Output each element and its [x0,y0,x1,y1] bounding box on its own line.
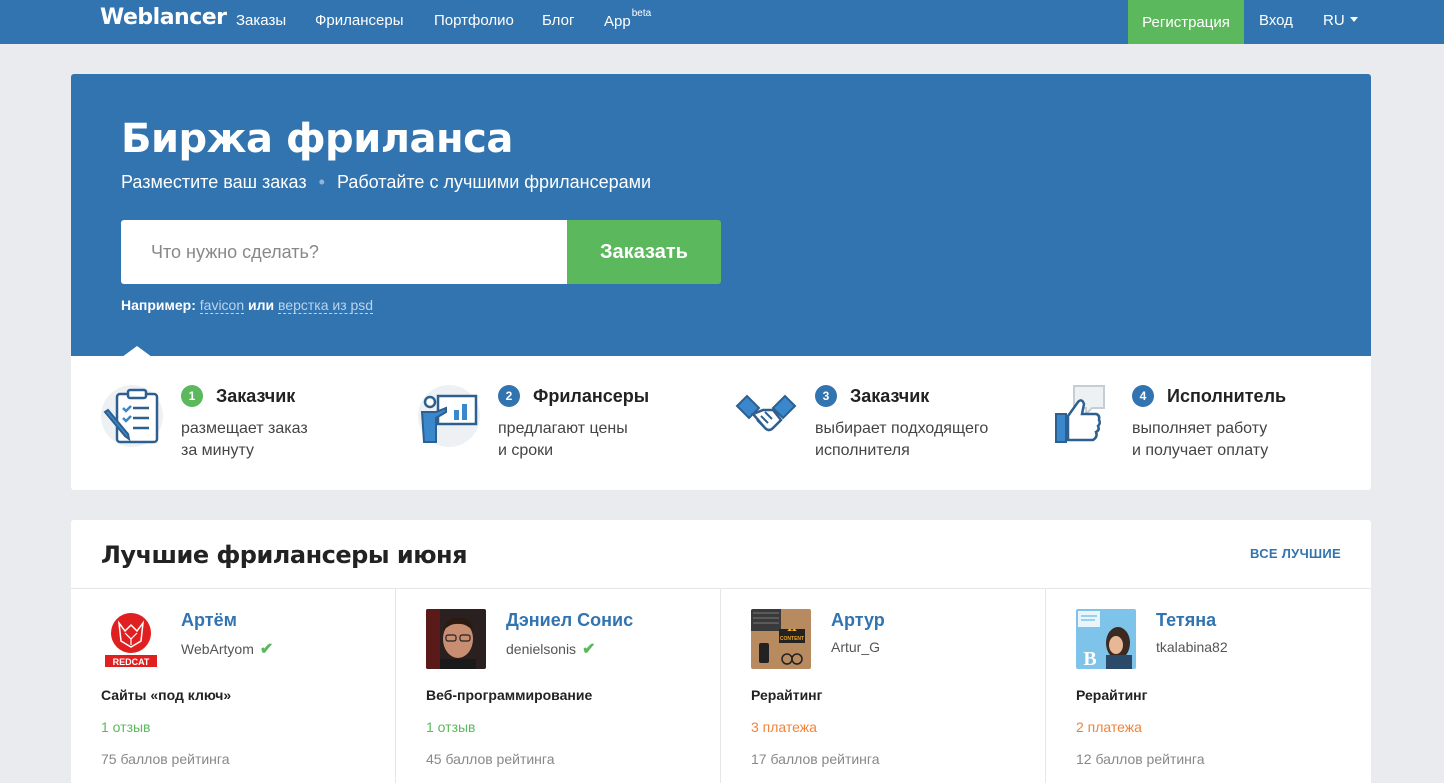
step-title: Фрилансеры [533,386,650,406]
freelancer-name[interactable]: Артур [831,610,885,631]
login-link[interactable]: Вход [1259,12,1293,29]
freelancer-rating: 45 баллов рейтинга [426,751,555,767]
step-desc-line2: и получает оплату [1132,442,1269,459]
step-title: Заказчик [850,386,930,406]
freelancer-name[interactable]: Дэниел Сонис [506,610,633,631]
illustration-avatar-icon: B [1076,609,1136,669]
step-number: 1 [181,385,203,407]
freelancer-rating: 17 баллов рейтинга [751,751,880,767]
example-link-favicon[interactable]: favicon [199,297,245,314]
verified-check-icon: ✔ [582,641,596,658]
thumbs-up-icon [1055,385,1105,443]
nav-link-app[interactable]: Appbeta [604,8,651,30]
step-title: Заказчик [216,386,296,406]
step-4: 4 Исполнитель выполняет работу и получает… [1022,356,1342,490]
step-2: 2 Фрилансеры предлагают цены и сроки [388,356,708,490]
step-description: выполняет работу и получает оплату [1132,418,1332,462]
hero-subtitle-part1: Разместите ваш заказ [121,172,307,192]
step-desc-line1: размещает заказ [181,420,308,437]
freelancer-rating: 12 баллов рейтинга [1076,751,1205,767]
desk-avatar-icon: CONTENT [751,609,811,669]
nav-link-orders[interactable]: Заказы [236,12,286,29]
step-desc-line2: за минуту [181,442,254,459]
freelancer-payments[interactable]: 2 платежа [1076,719,1142,735]
clipboard-icon [101,385,163,447]
freelancer-login: denielsonis [506,641,577,657]
freelancer-specialization: Веб-программирование [426,687,593,703]
hero-section: Биржа фриланса Разместите ваш заказ • Рабо… [71,74,1371,357]
avatar[interactable]: CONTENT [751,609,811,669]
step-number: 2 [498,385,520,407]
beta-badge: beta [631,8,652,19]
step-3: 3 Заказчик выбирает подходящего исполните… [705,356,1025,490]
step-title: Исполнитель [1167,386,1287,406]
language-selector[interactable]: RU [1323,12,1358,29]
hero-subtitle-part2: Работайте с лучшими фрилансерами [336,172,652,192]
freelancer-login: WebArtyom [181,641,254,657]
step-number: 3 [815,385,837,407]
freelancer-rating: 75 баллов рейтинга [101,751,230,767]
step-description: выбирает подходящего исполнителя [815,418,1015,462]
avatar[interactable] [426,609,486,669]
step-desc-line2: исполнителя [815,442,910,459]
freelancer-login-row: denielsonis ✔ [506,639,595,659]
site-logo[interactable]: Weblancer [100,5,227,30]
example-link-psd[interactable]: верстка из psd [278,297,374,314]
how-it-works-steps: 1 Заказчик размещает заказ за минуту 2 Фр… [71,356,1371,490]
avatar[interactable]: B [1076,609,1136,669]
example-hint: Например: favicon или верстка из psd [121,297,374,314]
order-button[interactable]: Заказать [567,220,721,284]
step-desc-line1: предлагают цены [498,420,628,437]
freelancer-name[interactable]: Артём [181,610,237,631]
step-desc-line1: выполняет работу [1132,420,1268,437]
freelancer-reviews[interactable]: 1 отзыв [426,719,476,735]
nav-link-portfolio[interactable]: Портфолио [434,12,514,29]
freelancer-name[interactable]: Тетяна [1156,610,1216,631]
avatar-logo-text: REDCAT [113,657,150,667]
register-button[interactable]: Регистрация [1128,0,1244,44]
presentation-icon [418,385,480,447]
freelancer-specialization: Сайты «под ключ» [101,687,232,703]
verified-check-icon: ✔ [259,641,274,658]
avatar-logo-text: CONTENT [780,636,804,642]
section-title: Лучшие фрилансеры июня [101,541,468,569]
freelancer-login-row: WebArtyom ✔ [181,639,273,659]
freelancer-card[interactable]: REDCAT Артём WebArtyom ✔ Сайты «под ключ»… [71,589,396,783]
step-description: размещает заказ за минуту [181,418,381,462]
freelancer-card[interactable]: CONTENT Артур Artur_G Рерайтинг 3 платеж… [721,589,1046,783]
chevron-down-icon [1349,16,1358,22]
example-label: Например: [121,297,196,313]
nav-link-freelancers[interactable]: Фрилансеры [315,12,403,29]
all-best-link[interactable]: ВСЕ ЛУЧШИЕ [1250,546,1341,561]
example-or: или [248,297,275,313]
freelancer-specialization: Рерайтинг [751,687,823,703]
freelancer-login: Artur_G [831,639,881,655]
freelancer-reviews[interactable]: 1 отзыв [101,719,151,735]
freelancer-card[interactable]: B Тетяна tkalabina82 Рерайтинг 2 платежа… [1046,589,1371,783]
step-1: 1 Заказчик размещает заказ за минуту [71,356,391,490]
avatar[interactable]: REDCAT [101,609,161,669]
step-desc-line2: и сроки [498,442,554,459]
redcat-logo-icon: REDCAT [101,609,161,669]
freelancer-card[interactable]: Дэниел Сонис denielsonis ✔ Веб-программир… [396,589,721,783]
avatar-logo-text: B [1083,648,1096,669]
language-label: RU [1323,12,1345,29]
step-description: предлагают цены и сроки [498,418,698,462]
hero-title: Биржа фриланса [121,116,513,162]
step-desc-line1: выбирает подходящего [815,420,989,437]
portrait-avatar-icon [426,609,486,669]
best-freelancers-section: Лучшие фрилансеры июня ВСЕ ЛУЧШИЕ REDCAT… [71,520,1371,783]
bullet-separator: • [318,172,325,192]
handshake-icon [735,394,797,432]
freelancer-login: tkalabina82 [1156,639,1228,655]
hero-subtitle: Разместите ваш заказ • Работайте с лучшими… [121,172,651,193]
freelancer-specialization: Рерайтинг [1076,687,1148,703]
task-search-input[interactable] [121,220,567,284]
step-number: 4 [1132,385,1154,407]
nav-link-app-label: App [604,13,631,30]
freelancer-payments[interactable]: 3 платежа [751,719,817,735]
nav-link-blog[interactable]: Блог [542,12,574,29]
top-navbar: Weblancer Заказы Фрилансеры Портфолио Бл… [0,0,1444,44]
